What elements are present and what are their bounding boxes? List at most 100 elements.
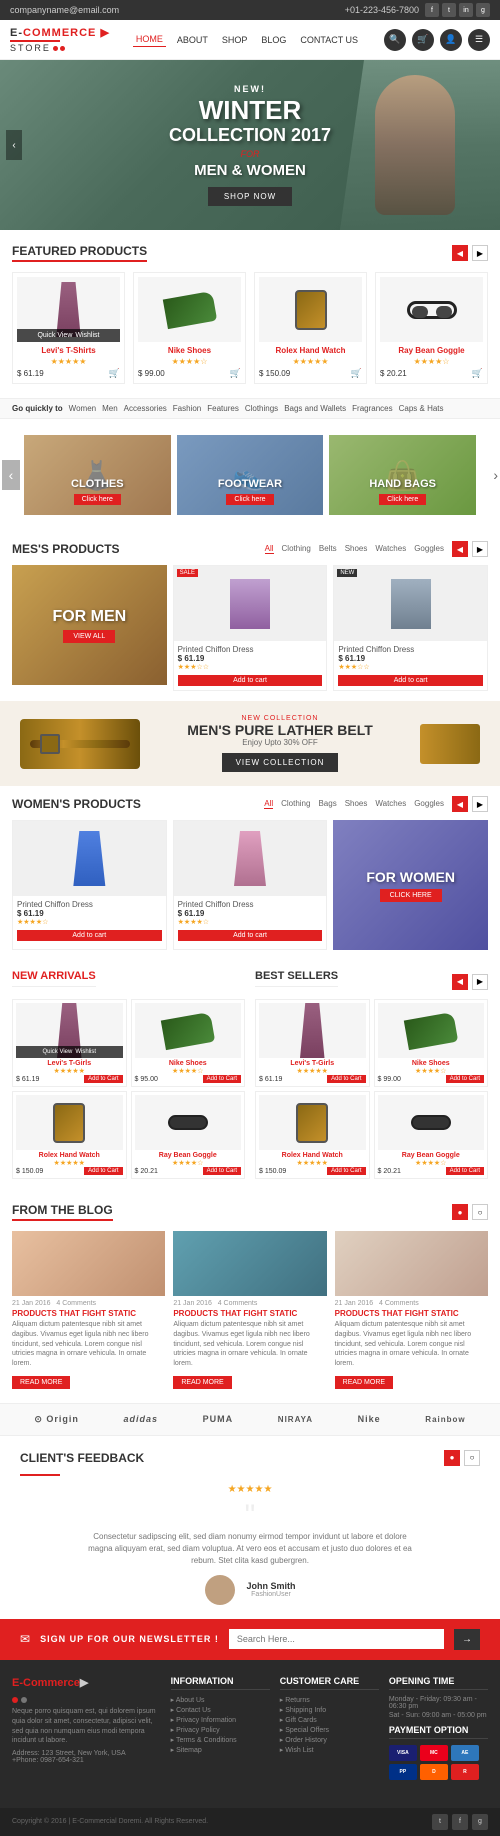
menu-button[interactable]: ☰ [468, 29, 490, 51]
footer-link-special[interactable]: ▸ Special Offers [280, 1726, 379, 1734]
blog-next[interactable]: ○ [472, 1204, 488, 1220]
brand-adidas[interactable]: adidas [124, 1414, 159, 1424]
instagram-icon[interactable]: in [459, 3, 473, 17]
mens-filter-goggles[interactable]: Goggles [414, 544, 444, 554]
womens-prev[interactable]: ◀ [452, 796, 468, 812]
bestsellers-prev[interactable]: ◀ [452, 974, 468, 990]
read-more-0[interactable]: READ MORE [12, 1376, 70, 1389]
wishlist-btn-0[interactable]: Wishlist [75, 332, 99, 339]
mens-next[interactable]: ▶ [472, 541, 488, 557]
footwear-banner[interactable]: 👟 FOOTWEAR Click here [177, 435, 324, 515]
footwear-btn[interactable]: Click here [226, 494, 273, 505]
footer-link-sitemap[interactable]: ▸ Sitemap [171, 1746, 270, 1754]
bestseller-cart-2[interactable]: Add to Cart [327, 1167, 365, 1175]
cart-button[interactable]: 🛒 [412, 29, 434, 51]
nav-about[interactable]: ABOUT [174, 33, 211, 47]
womens-filter-goggles[interactable]: Goggles [414, 799, 444, 809]
handbags-btn[interactable]: Click here [379, 494, 426, 505]
cat-banner-next[interactable]: › [493, 467, 498, 483]
brand-puma[interactable]: PUMA [203, 1414, 234, 1424]
arrival-quickview-0[interactable]: Quick View [42, 1049, 72, 1055]
catnav-caps[interactable]: Caps & Hats [399, 404, 444, 413]
catnav-fashion[interactable]: Fashion [173, 404, 201, 413]
quick-view-btn-0[interactable]: Quick View [37, 332, 72, 339]
hero-arrow-prev[interactable]: ‹ [6, 130, 22, 160]
brand-origin[interactable]: ⊙ Origin [34, 1414, 79, 1425]
brand-niraya[interactable]: NIRAYA [278, 1415, 313, 1424]
footer-facebook-icon[interactable]: f [452, 1814, 468, 1830]
catnav-clothings[interactable]: Clothings [245, 404, 278, 413]
footer-link-orders[interactable]: ▸ Order History [280, 1736, 379, 1744]
footer-link-gift[interactable]: ▸ Gift Cards [280, 1716, 379, 1724]
mens-filter-all[interactable]: All [265, 544, 274, 554]
footer-link-wishlist[interactable]: ▸ Wish List [280, 1746, 379, 1754]
mens-filter-shoes[interactable]: Shoes [345, 544, 368, 554]
nav-home[interactable]: HOME [133, 32, 166, 47]
clothes-btn[interactable]: Click here [74, 494, 121, 505]
for-women-btn[interactable]: CLICK HERE [380, 889, 442, 902]
brand-rainbow[interactable]: Rainbow [425, 1415, 465, 1424]
womens-filter-watches[interactable]: Watches [375, 799, 406, 809]
catnav-accessories[interactable]: Accessories [124, 404, 167, 413]
arrival-cart-3[interactable]: Add to Cart [203, 1167, 241, 1175]
user-button[interactable]: 👤 [440, 29, 462, 51]
add-cart-btn-1[interactable]: Add to cart [338, 675, 483, 686]
mens-filter-watches[interactable]: Watches [375, 544, 406, 554]
testimonial-prev[interactable]: ● [444, 1450, 460, 1466]
catnav-bags[interactable]: Bags and Wallets [284, 404, 346, 413]
featured-prev[interactable]: ◀ [452, 245, 468, 261]
womens-next[interactable]: ▶ [472, 796, 488, 812]
arrival-cart-1[interactable]: Add to Cart [203, 1075, 241, 1083]
newsletter-input[interactable] [229, 1629, 444, 1649]
footer-link-terms[interactable]: ▸ Terms & Conditions [171, 1736, 270, 1744]
cart-icon-1[interactable]: 🛒 [230, 368, 241, 379]
footer-link-about[interactable]: ▸ About Us [171, 1696, 270, 1704]
mens-filter-clothing[interactable]: Clothing [282, 544, 311, 554]
womens-filter-clothing[interactable]: Clothing [281, 799, 310, 809]
logo[interactable]: E-COMMERCE ▶ STORE [10, 26, 110, 53]
facebook-icon[interactable]: f [425, 3, 439, 17]
mens-filter-belts[interactable]: Belts [319, 544, 337, 554]
nav-contact[interactable]: CONTACT US [297, 33, 361, 47]
twitter-icon[interactable]: t [442, 3, 456, 17]
google-icon[interactable]: g [476, 3, 490, 17]
handbags-banner[interactable]: 👜 HAND BAGS Click here [329, 435, 476, 515]
search-button[interactable]: 🔍 [384, 29, 406, 51]
bestseller-cart-1[interactable]: Add to Cart [446, 1075, 484, 1083]
cat-banner-prev[interactable]: ‹ [2, 460, 20, 490]
newsletter-submit-btn[interactable]: → [454, 1629, 480, 1650]
womens-filter-shoes[interactable]: Shoes [345, 799, 368, 809]
mens-prev[interactable]: ◀ [452, 541, 468, 557]
bestsellers-next[interactable]: ▶ [472, 974, 488, 990]
footer-link-shipping[interactable]: ▸ Shipping Info [280, 1706, 379, 1714]
bestseller-cart-0[interactable]: Add to Cart [327, 1075, 365, 1083]
catnav-fragrances[interactable]: Fragrances [352, 404, 392, 413]
womens-add-cart-btn-0[interactable]: Add to cart [17, 930, 162, 941]
footer-twitter-icon[interactable]: t [432, 1814, 448, 1830]
read-more-2[interactable]: READ MORE [335, 1376, 393, 1389]
clothes-banner[interactable]: 👗 CLOTHES Click here [24, 435, 171, 515]
bestseller-cart-3[interactable]: Add to Cart [446, 1167, 484, 1175]
shop-now-button[interactable]: SHOP NOW [208, 187, 292, 206]
catnav-men[interactable]: Men [102, 404, 118, 413]
catnav-features[interactable]: Features [207, 404, 239, 413]
footer-link-returns[interactable]: ▸ Returns [280, 1696, 379, 1704]
men-view-all-btn[interactable]: VIEW ALL [63, 630, 115, 643]
arrival-cart-0[interactable]: Add to Cart [84, 1075, 122, 1083]
nav-blog[interactable]: BLOG [258, 33, 289, 47]
read-more-1[interactable]: READ MORE [173, 1376, 231, 1389]
cart-icon-3[interactable]: 🛒 [472, 368, 483, 379]
cart-icon-0[interactable]: 🛒 [109, 368, 120, 379]
arrival-wishlist-0[interactable]: Wishlist [75, 1049, 96, 1055]
footer-link-privacy[interactable]: ▸ Privacy Policy [171, 1726, 270, 1734]
cart-icon-2[interactable]: 🛒 [351, 368, 362, 379]
footer-link-privacy-info[interactable]: ▸ Privacy Information [171, 1716, 270, 1724]
arrival-cart-2[interactable]: Add to Cart [84, 1167, 122, 1175]
womens-filter-all[interactable]: All [264, 799, 273, 809]
blog-prev[interactable]: ● [452, 1204, 468, 1220]
nav-shop[interactable]: SHOP [219, 33, 251, 47]
womens-add-cart-btn-1[interactable]: Add to cart [178, 930, 323, 941]
womens-filter-bags[interactable]: Bags [318, 799, 336, 809]
testimonial-next[interactable]: ○ [464, 1450, 480, 1466]
brand-nike[interactable]: Nike [358, 1414, 381, 1424]
